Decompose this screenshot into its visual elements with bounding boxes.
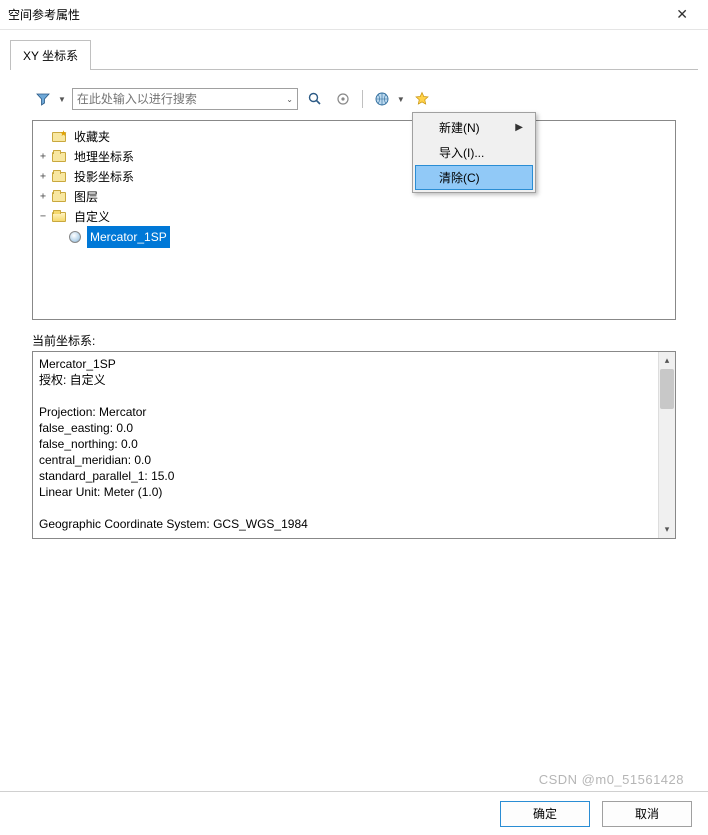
search-icon[interactable]	[304, 88, 326, 110]
scroll-down-icon[interactable]: ▾	[659, 521, 675, 538]
cancel-button[interactable]: 取消	[602, 801, 692, 827]
ok-button[interactable]: 确定	[500, 801, 590, 827]
folder-open-icon	[51, 210, 67, 224]
menu-item-import[interactable]: 导入(I)...	[415, 140, 533, 165]
menu-item-label: 导入(I)...	[439, 144, 484, 161]
tree-node-custom[interactable]: − 自定义	[37, 207, 671, 227]
menu-item-label: 清除(C)	[439, 169, 480, 186]
titlebar: 空间参考属性 ✕	[0, 0, 708, 30]
tree-node-layers[interactable]: + 图层	[37, 187, 671, 207]
tree-toggle[interactable]: +	[37, 147, 49, 167]
globe-dropdown-icon[interactable]: ▼	[397, 95, 405, 104]
tree-toggle[interactable]: +	[37, 167, 49, 187]
tree-label: 投影坐标系	[71, 166, 137, 188]
scroll-thumb[interactable]	[660, 369, 674, 409]
menu-item-label: 新建(N)	[439, 119, 480, 136]
tree-node-projected[interactable]: + 投影坐标系	[37, 167, 671, 187]
tree-node-geographic[interactable]: + 地理坐标系	[37, 147, 671, 167]
crs-globe-icon	[67, 230, 83, 244]
watermark: CSDN @m0_51561428	[539, 772, 684, 787]
crs-details-text: Mercator_1SP 授权: 自定义 Projection: Mercato…	[33, 352, 658, 538]
folder-icon	[51, 170, 67, 184]
current-crs-label: 当前坐标系:	[32, 332, 676, 349]
details-scrollbar[interactable]: ▴ ▾	[658, 352, 675, 538]
crs-details-box: Mercator_1SP 授权: 自定义 Projection: Mercato…	[32, 351, 676, 539]
favorite-star-icon[interactable]	[411, 88, 433, 110]
folder-icon	[51, 190, 67, 204]
tree-label: Mercator_1SP	[87, 226, 170, 248]
tab-xy-coords[interactable]: XY 坐标系	[10, 40, 91, 70]
content-area: ▼ ⌄ ▼ 新建(N) ▶ 导入(I)...	[0, 70, 708, 539]
scroll-track[interactable]	[659, 369, 675, 521]
filter-icon[interactable]	[32, 88, 54, 110]
tree-toggle[interactable]: +	[37, 187, 49, 207]
globe-dropdown-menu: 新建(N) ▶ 导入(I)... 清除(C)	[412, 112, 536, 193]
crs-std-parallel: standard_parallel_1: 15.0	[39, 469, 174, 483]
tree-toggle[interactable]: −	[37, 207, 49, 227]
crs-false-northing: false_northing: 0.0	[39, 437, 138, 451]
close-icon[interactable]: ✕	[668, 2, 696, 27]
menu-item-new[interactable]: 新建(N) ▶	[415, 115, 533, 140]
favorites-folder-icon	[51, 130, 67, 144]
locate-icon[interactable]	[332, 88, 354, 110]
folder-icon	[51, 150, 67, 164]
crs-central-meridian: central_meridian: 0.0	[39, 453, 151, 467]
dialog-button-bar: 确定 取消	[0, 791, 708, 835]
toolbar: ▼ ⌄ ▼ 新建(N) ▶ 导入(I)...	[32, 88, 676, 110]
globe-icon[interactable]	[371, 88, 393, 110]
scroll-up-icon[interactable]: ▴	[659, 352, 675, 369]
search-dropdown-icon[interactable]: ⌄	[282, 95, 293, 104]
search-input[interactable]	[77, 92, 282, 106]
crs-linear-unit: Linear Unit: Meter (1.0)	[39, 485, 162, 499]
tree-label: 自定义	[71, 206, 113, 228]
tree-node-favorites[interactable]: + 收藏夹	[37, 127, 671, 147]
crs-false-easting: false_easting: 0.0	[39, 421, 133, 435]
crs-name: Mercator_1SP	[39, 357, 116, 371]
tree-label: 地理坐标系	[71, 146, 137, 168]
tree-label: 图层	[71, 186, 101, 208]
chevron-right-icon: ▶	[515, 122, 523, 133]
menu-item-clear[interactable]: 清除(C)	[415, 165, 533, 190]
crs-tree: + 收藏夹 + 地理坐标系 + 投影坐标系 + 图层 − 自定义 + Merca…	[32, 120, 676, 320]
toolbar-separator	[362, 90, 363, 108]
tree-node-mercator-1sp[interactable]: + Mercator_1SP	[53, 227, 671, 247]
window-title: 空间参考属性	[8, 6, 80, 23]
search-input-wrapper: ⌄	[72, 88, 298, 110]
tree-label: 收藏夹	[71, 126, 113, 148]
tab-strip: XY 坐标系	[0, 30, 708, 70]
crs-gcs: Geographic Coordinate System: GCS_WGS_19…	[39, 517, 308, 531]
filter-dropdown-icon[interactable]: ▼	[58, 95, 66, 104]
crs-projection: Projection: Mercator	[39, 405, 146, 419]
crs-authority: 授权: 自定义	[39, 373, 106, 387]
